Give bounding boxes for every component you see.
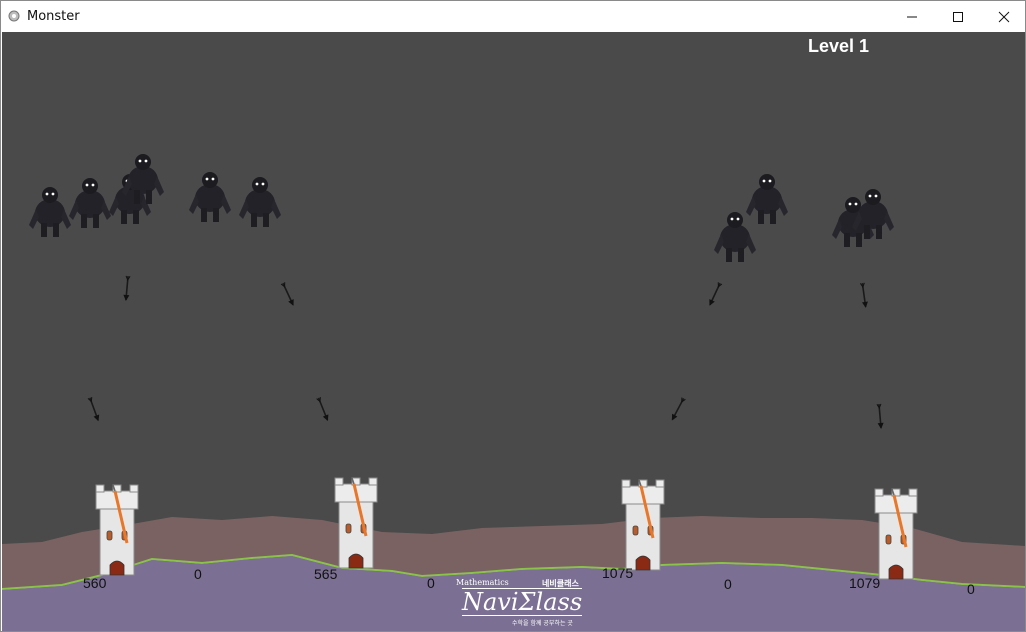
close-icon: [998, 11, 1010, 22]
arrow: [86, 395, 103, 424]
score-label: 565: [314, 566, 338, 582]
minimize-icon: [907, 16, 917, 17]
app-window: Monster Level 1 560 0 565 0 1075 0 1079 …: [0, 0, 1026, 632]
navi-class-logo: Mathematics 네비클래스 NaviΣlass 수학을 함께 공부하는 …: [454, 578, 594, 631]
arrow: [122, 274, 132, 303]
score-label: 560: [83, 575, 107, 591]
title-bar[interactable]: Monster: [1, 1, 1025, 32]
monster[interactable]: [69, 178, 111, 228]
tower[interactable]: [333, 476, 379, 570]
score-label: 0: [967, 581, 975, 597]
tower[interactable]: [620, 478, 666, 572]
tower[interactable]: [873, 487, 919, 581]
level-indicator: Level 1: [808, 36, 870, 56]
arrow: [705, 281, 724, 308]
game-scene: [2, 154, 1025, 631]
logo-small-text: Mathematics: [456, 578, 509, 587]
game-canvas[interactable]: Level 1 560 0 565 0 1075 0 1079 0 Mathem…: [2, 32, 1025, 631]
tower[interactable]: [94, 483, 140, 577]
score-label: 1075: [602, 565, 634, 581]
arrow: [668, 396, 688, 423]
arrow: [875, 402, 885, 431]
logo-tagline: 수학을 함께 공부하는 곳: [512, 620, 573, 627]
monster[interactable]: [239, 177, 281, 227]
maximize-button[interactable]: [935, 1, 981, 32]
monster[interactable]: [189, 172, 231, 222]
score-label: 0: [427, 575, 435, 591]
maximize-icon: [953, 11, 963, 22]
score-label: 0: [724, 576, 732, 592]
minimize-button[interactable]: [889, 1, 935, 32]
logo-main-text: NaviΣlass: [462, 588, 583, 616]
gear-icon: [8, 10, 20, 22]
close-button[interactable]: [981, 1, 1025, 32]
score-label: 0: [194, 566, 202, 582]
score-label: 1079: [849, 575, 881, 591]
arrow: [314, 395, 332, 423]
monster[interactable]: [746, 174, 788, 224]
window-title: Monster: [27, 9, 80, 24]
monster[interactable]: [714, 212, 756, 262]
arrow: [279, 281, 298, 308]
arrow: [858, 281, 870, 310]
monster[interactable]: [29, 187, 71, 237]
